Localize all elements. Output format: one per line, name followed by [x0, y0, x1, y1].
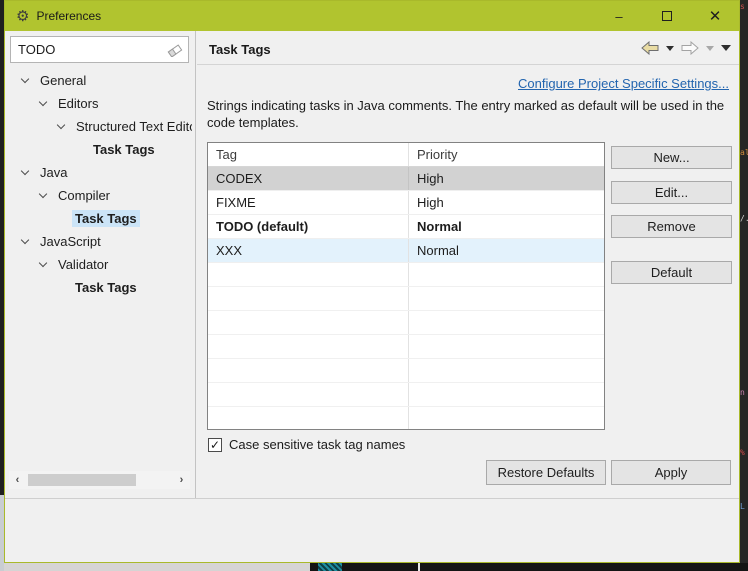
minimize-icon[interactable]: – — [595, 1, 643, 31]
table-empty-row[interactable] — [208, 287, 604, 311]
chevron-down-icon[interactable] — [38, 258, 48, 267]
preferences-tree: General Editors Structured Text Editors … — [6, 69, 192, 299]
sidebar-item-task-tags-js[interactable]: Task Tags — [6, 276, 192, 299]
sidebar-item-compiler[interactable]: Compiler — [6, 184, 192, 207]
restore-defaults-button[interactable]: Restore Defaults — [486, 460, 606, 485]
app-gear-icon: ⚙ — [16, 7, 30, 25]
sidebar-item-general[interactable]: General — [6, 69, 192, 92]
sidebar-item-task-tags-java[interactable]: Task Tags — [6, 207, 192, 230]
scroll-right-icon[interactable]: › — [173, 474, 190, 486]
close-icon[interactable]: ✕ — [691, 1, 739, 31]
window-controls: – ✕ — [595, 1, 739, 31]
chevron-down-icon[interactable] — [20, 74, 30, 83]
edit-button[interactable]: Edit... — [611, 181, 732, 204]
sidebar-item-editors[interactable]: Editors — [6, 92, 192, 115]
checkbox-check-icon[interactable]: ✓ — [208, 437, 222, 452]
view-menu-icon[interactable] — [721, 45, 731, 51]
table-empty-row[interactable] — [208, 263, 604, 287]
window-title: Preferences — [36, 9, 102, 23]
apply-button[interactable]: Apply — [611, 460, 731, 485]
task-tags-panel: Task Tags Configure Project Specific Set… — [197, 31, 739, 498]
dialog-footer: ? Apply and Close Cancel — [5, 499, 739, 563]
task-tags-table[interactable]: Tag Priority CODEX High FIXME High TODO … — [207, 142, 605, 430]
maximize-icon[interactable] — [643, 1, 691, 31]
new-button[interactable]: New... — [611, 146, 732, 169]
filter-value: TODO — [18, 42, 56, 57]
nav-back-icon[interactable] — [641, 41, 659, 55]
background-editor-strip: s al /. n % L — [740, 0, 748, 571]
table-row[interactable]: CODEX High — [208, 167, 604, 191]
table-row[interactable]: FIXME High — [208, 191, 604, 215]
chevron-down-icon[interactable] — [38, 189, 48, 198]
sidebar-item-java[interactable]: Java — [6, 161, 192, 184]
sidebar-item-task-tags-editors[interactable]: Task Tags — [6, 138, 192, 161]
table-empty-row[interactable] — [208, 335, 604, 359]
history-navigation — [641, 41, 731, 55]
forward-history-dropdown-icon[interactable] — [706, 45, 714, 51]
desktop-screen: s al /. n % L ⚙ Preferences – ✕ TODO — [0, 0, 748, 571]
tree-horizontal-scrollbar[interactable]: ‹ › — [9, 471, 190, 489]
clear-filter-icon[interactable] — [167, 43, 183, 57]
preferences-dialog: ⚙ Preferences – ✕ TODO General Editors S… — [4, 0, 740, 563]
table-empty-row[interactable] — [208, 359, 604, 383]
default-button[interactable]: Default — [611, 261, 732, 284]
chevron-down-icon[interactable] — [20, 235, 30, 244]
table-row[interactable]: TODO (default) Normal — [208, 215, 604, 239]
header-separator — [197, 64, 739, 65]
table-header-row[interactable]: Tag Priority — [208, 143, 604, 167]
column-header-tag[interactable]: Tag — [208, 147, 408, 162]
titlebar[interactable]: ⚙ Preferences – ✕ — [5, 1, 739, 31]
table-row[interactable]: XXX Normal — [208, 239, 604, 263]
background-bottom-strip — [0, 563, 748, 571]
chevron-down-icon[interactable] — [38, 97, 48, 106]
description-text: Strings indicating tasks in Java comment… — [207, 98, 725, 130]
chevron-down-icon[interactable] — [20, 166, 30, 175]
back-history-dropdown-icon[interactable] — [666, 45, 674, 51]
column-header-priority[interactable]: Priority — [408, 143, 604, 166]
chevron-down-icon[interactable] — [56, 120, 66, 129]
table-empty-row[interactable] — [208, 407, 604, 429]
table-empty-row[interactable] — [208, 383, 604, 407]
page-title: Task Tags — [209, 42, 271, 57]
nav-forward-icon[interactable] — [681, 41, 699, 55]
sidebar-item-validator[interactable]: Validator — [6, 253, 192, 276]
panel-divider — [195, 31, 196, 498]
checkbox-label: Case sensitive task tag names — [229, 437, 406, 452]
scrollbar-thumb[interactable] — [28, 474, 136, 486]
filter-input[interactable]: TODO — [10, 36, 189, 63]
scroll-left-icon[interactable]: ‹ — [9, 474, 26, 486]
table-empty-row[interactable] — [208, 311, 604, 335]
configure-project-settings-link[interactable]: Configure Project Specific Settings... — [518, 76, 729, 91]
remove-button[interactable]: Remove — [611, 215, 732, 238]
sidebar-item-javascript[interactable]: JavaScript — [6, 230, 192, 253]
case-sensitive-checkbox[interactable]: ✓ Case sensitive task tag names — [208, 437, 405, 452]
sidebar-item-structured-text-editors[interactable]: Structured Text Editors — [6, 115, 192, 138]
